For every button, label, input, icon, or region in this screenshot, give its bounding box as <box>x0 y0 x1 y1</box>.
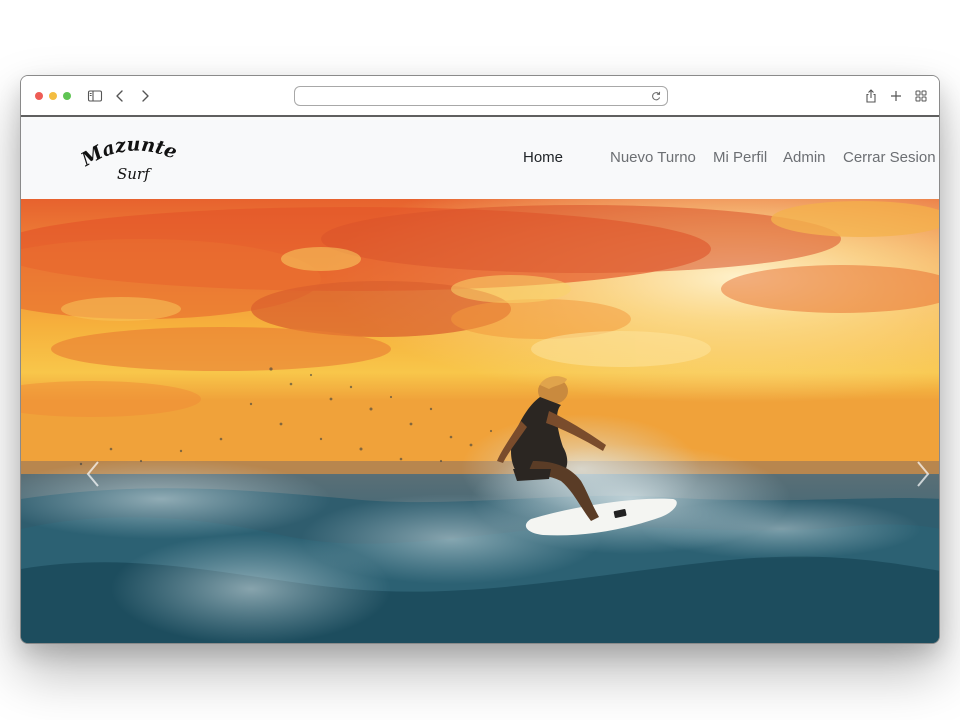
mazunte-surf-logo[interactable]: Mazunte Surf <box>77 129 180 187</box>
close-window-button[interactable] <box>35 92 43 100</box>
site-navbar: Mazunte Surf Home Nuevo Turno Mi Perfil … <box>21 117 939 199</box>
chevron-right-icon[interactable] <box>137 88 153 104</box>
browser-window: Mazunte Surf Home Nuevo Turno Mi Perfil … <box>20 75 940 644</box>
nav-link-cerrar-sesion[interactable]: Cerrar Sesion <box>843 149 936 167</box>
plus-icon[interactable] <box>888 88 904 104</box>
minimize-window-button[interactable] <box>49 92 57 100</box>
carousel-next-icon[interactable] <box>911 457 933 491</box>
hero-carousel <box>21 199 939 643</box>
nav-link-home[interactable]: Home <box>523 149 563 167</box>
reload-icon[interactable] <box>650 90 662 102</box>
browser-toolbar <box>21 76 939 117</box>
logo-wordmark: Mazunte Surf <box>77 134 180 183</box>
chevron-left-icon[interactable] <box>112 88 128 104</box>
screenshot-stage: Mazunte Surf Home Nuevo Turno Mi Perfil … <box>0 0 960 720</box>
nav-link-mi-perfil[interactable]: Mi Perfil <box>713 149 767 167</box>
window-controls <box>35 92 71 100</box>
share-icon[interactable] <box>863 88 879 104</box>
tab-grid-icon[interactable] <box>913 88 929 104</box>
nav-link-admin[interactable]: Admin <box>783 149 826 167</box>
surfer-sunset-image <box>21 199 939 643</box>
address-bar[interactable] <box>294 86 668 106</box>
sidebar-toggle-icon[interactable] <box>87 88 103 104</box>
zoom-window-button[interactable] <box>63 92 71 100</box>
carousel-prev-icon[interactable] <box>83 457 105 491</box>
logo-sub-text: Surf <box>117 165 152 183</box>
address-input[interactable] <box>303 89 633 103</box>
nav-link-nuevo-turno[interactable]: Nuevo Turno <box>610 149 696 167</box>
